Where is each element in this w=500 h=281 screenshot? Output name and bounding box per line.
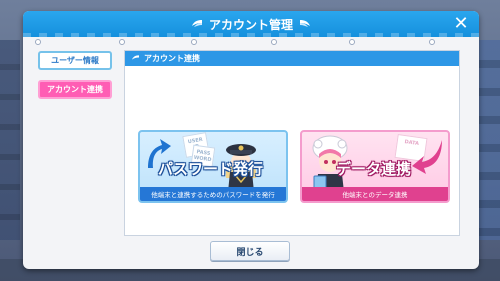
data-link-title: データ連携	[336, 160, 412, 178]
data-link-card[interactable]: DATA データ連携 他端末とのデータ連携	[300, 130, 450, 203]
account-management-dialog: アカウント管理 ✕ ユーザー情報 アカウント連携 アカウント連携 USER PA…	[23, 11, 479, 269]
close-button[interactable]: 閉じる	[210, 241, 290, 261]
sidebar-item-account-link[interactable]: アカウント連携	[38, 80, 112, 99]
binder-ring	[271, 39, 277, 45]
password-issue-card[interactable]: USER ID PASS WORD パスワード発行 他端末と連携するためのパスワ…	[138, 130, 288, 203]
dialog-header: アカウント管理 ✕	[23, 11, 479, 37]
password-issue-title: パスワード発行	[158, 160, 264, 178]
background-left-menu	[0, 40, 20, 240]
binder-ring	[349, 39, 355, 45]
wing-left-icon	[191, 18, 203, 31]
panel-header-label: アカウント連携	[144, 54, 200, 63]
wing-right-icon	[299, 18, 311, 31]
binder-rings	[23, 39, 479, 49]
sidebar-item-user-info[interactable]: ユーザー情報	[38, 51, 112, 70]
header-decoration	[23, 33, 479, 37]
background-right-menu	[478, 40, 500, 240]
binder-ring	[191, 39, 197, 45]
account-link-panel: アカウント連携 USER ID PASS WORD パスワード発行 他端末と連携…	[124, 50, 460, 236]
binder-ring	[429, 39, 435, 45]
wing-small-icon	[131, 54, 140, 63]
close-icon[interactable]: ✕	[451, 14, 471, 34]
arrow-down-icon	[412, 140, 442, 174]
binder-ring	[35, 39, 41, 45]
panel-header: アカウント連携	[125, 51, 459, 66]
password-issue-subtitle: 他端末と連携するためのパスワードを発行	[140, 187, 286, 201]
data-link-subtitle: 他端末とのデータ連携	[302, 187, 448, 201]
dialog-title-group: アカウント管理	[191, 16, 311, 33]
binder-ring	[119, 39, 125, 45]
dialog-title: アカウント管理	[208, 17, 293, 32]
